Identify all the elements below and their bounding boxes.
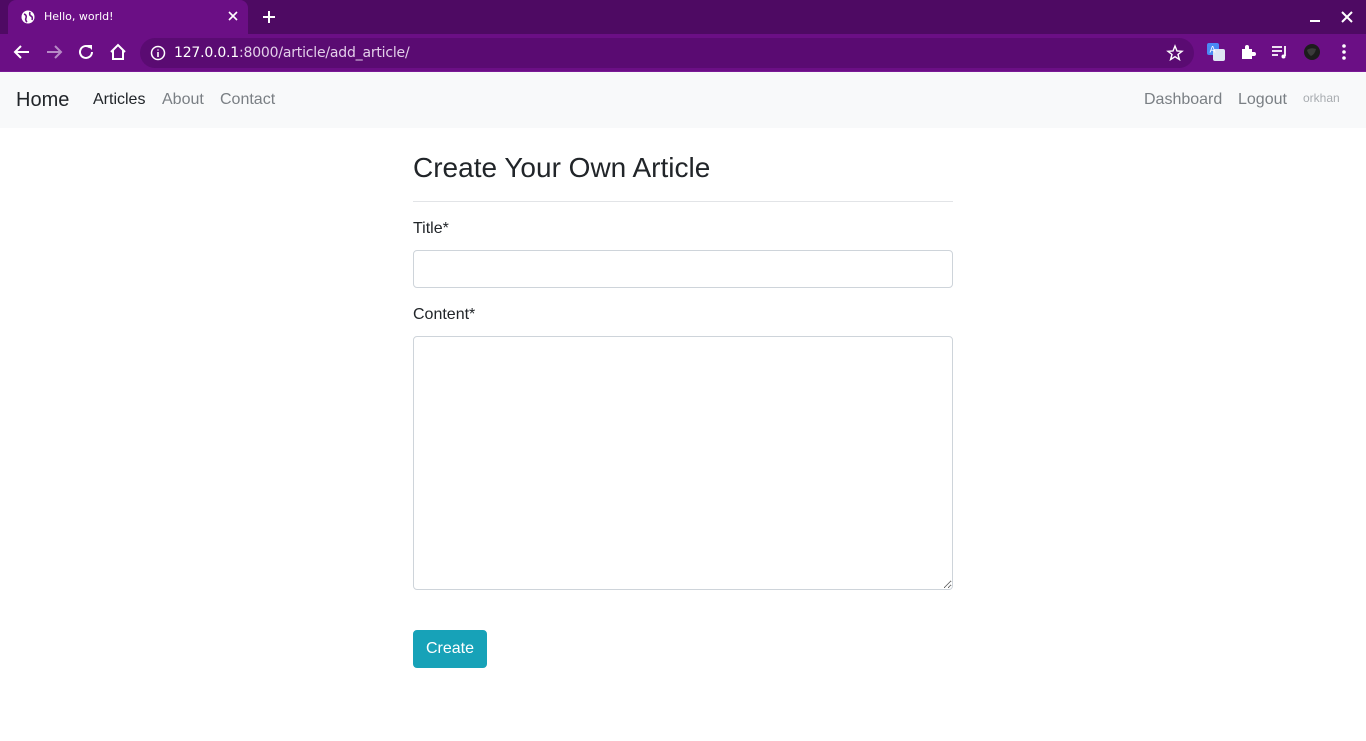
- url-path: :8000/article/add_article/: [239, 45, 410, 61]
- puzzle-icon[interactable]: [1238, 42, 1258, 62]
- back-icon[interactable]: [12, 42, 32, 62]
- content-textarea[interactable]: [413, 336, 953, 590]
- svg-text:A: A: [1210, 46, 1217, 56]
- close-icon[interactable]: [225, 8, 241, 24]
- page-title: Create Your Own Article: [413, 152, 711, 183]
- home-icon[interactable]: [108, 42, 128, 62]
- url-text: 127.0.0.1:8000/article/add_article/: [174, 45, 410, 61]
- plus-icon[interactable]: [260, 8, 278, 26]
- browser-tab-bar: Hello, world!: [0, 0, 1366, 34]
- browser-toolbar: 127.0.0.1:8000/article/add_article/ A: [0, 34, 1366, 72]
- content-label: Content*: [413, 306, 476, 323]
- nav-link-dashboard[interactable]: Dashboard: [1144, 91, 1222, 109]
- minimize-icon[interactable]: [1306, 8, 1324, 26]
- media-icon[interactable]: [1270, 42, 1290, 62]
- title-label: Title*: [413, 220, 449, 237]
- heading-divider: [413, 201, 953, 202]
- info-icon[interactable]: [150, 45, 166, 61]
- nav-link-logout[interactable]: Logout: [1238, 91, 1287, 109]
- menu-icon[interactable]: [1334, 42, 1354, 62]
- profile-icon[interactable]: [1302, 42, 1322, 62]
- browser-tab[interactable]: Hello, world!: [8, 0, 248, 34]
- nav-link-contact[interactable]: Contact: [220, 91, 275, 109]
- forward-icon[interactable]: [44, 42, 64, 62]
- reload-icon[interactable]: [76, 42, 96, 62]
- nav-link-about[interactable]: About: [162, 91, 204, 109]
- globe-icon: [21, 10, 35, 24]
- window-close-icon[interactable]: [1338, 8, 1356, 26]
- create-button[interactable]: Create: [413, 630, 487, 668]
- site-navbar: Home Articles About Contact Dashboard Lo…: [0, 72, 1366, 128]
- navbar-brand-home[interactable]: Home: [16, 89, 69, 112]
- address-bar[interactable]: 127.0.0.1:8000/article/add_article/: [140, 38, 1194, 68]
- star-icon[interactable]: [1166, 44, 1184, 62]
- title-input[interactable]: [413, 250, 953, 288]
- username-label: orkhan: [1303, 91, 1340, 105]
- nav-link-articles[interactable]: Articles: [93, 91, 145, 109]
- translate-icon[interactable]: A: [1206, 42, 1226, 62]
- tab-title: Hello, world!: [44, 10, 114, 23]
- url-host: 127.0.0.1: [174, 45, 239, 61]
